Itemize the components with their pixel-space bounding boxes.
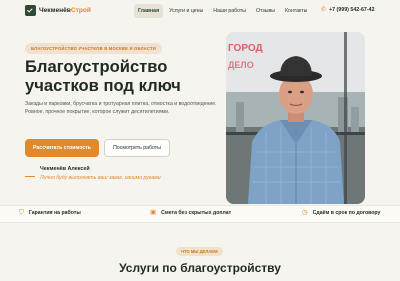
hero-photo: ГОРОД ДЕЛО (226, 32, 365, 204)
signature-divider (25, 176, 35, 177)
feature-warranty: ⛉ Гарантия на работы (19, 209, 81, 217)
main-nav: Главная Услуги и цены Наши работы Отзывы… (134, 4, 311, 18)
wallet-icon: ▣ (150, 209, 157, 216)
brand-name-main: Чекменёв (39, 7, 71, 14)
view-works-button[interactable]: Посмотреть работы (104, 139, 170, 157)
phone-link[interactable]: ✆ +7 (999) 542-67-42 (321, 7, 375, 13)
feature-label: Сдаём в срок по договору (312, 210, 381, 217)
phone-icon: ✆ (321, 7, 327, 13)
owner-portrait-image: ГОРОД ДЕЛО (226, 32, 365, 204)
nav-item-home[interactable]: Главная (134, 4, 164, 18)
feature-estimate: ▣ Смета без скрытых доплат (150, 209, 232, 217)
nav-item-reviews[interactable]: Отзывы (252, 4, 279, 18)
nav-item-contacts[interactable]: Контакты (281, 4, 311, 18)
logo-text: ЧекменёвСтрой (39, 7, 91, 14)
features-strip: ⛉ Гарантия на работы ▣ Смета без скрытых… (0, 205, 400, 223)
brand-name-accent: Строй (70, 7, 91, 14)
phone-number: +7 (999) 542-67-42 (329, 7, 375, 13)
nav-item-services[interactable]: Услуги и цены (165, 4, 207, 18)
feature-deadline: ◷ Сдаём в срок по договору (302, 209, 381, 217)
logo-icon (25, 5, 36, 16)
site-header: ЧекменёвСтрой Главная Услуги и цены Наши… (0, 0, 400, 24)
feature-label: Смета без скрытых доплат (161, 210, 232, 217)
owner-name: Чекменёв Алексей (40, 166, 90, 172)
feature-label: Гарантия на работы (28, 210, 81, 217)
services-title: Услуги по благоустройству (119, 261, 281, 275)
owner-quote: Лично буду выполнять ваш заказ, своими р… (40, 175, 161, 181)
logo[interactable]: ЧекменёвСтрой (25, 5, 91, 16)
services-badge: ЧТО МЫ ДЕЛАЕМ (176, 247, 223, 256)
photo-sign-text: ГОРОД (228, 43, 263, 54)
nav-item-works[interactable]: Наши работы (209, 4, 250, 18)
hero-description: Заезды и парковки, брусчатка и тротуарна… (25, 101, 217, 115)
shield-icon: ⛉ (19, 209, 24, 216)
hero-title: Благоустройство участков под ключ (25, 57, 181, 95)
hero-badge: БЛАГОУСТРОЙСТВО УЧАСТКОВ В МОСКВЕ И ОБЛА… (25, 43, 162, 54)
clock-icon: ◷ (302, 209, 308, 216)
calculate-cost-button[interactable]: Рассчитать стоимость (25, 139, 99, 157)
svg-text:ДЕЛО: ДЕЛО (228, 60, 254, 70)
